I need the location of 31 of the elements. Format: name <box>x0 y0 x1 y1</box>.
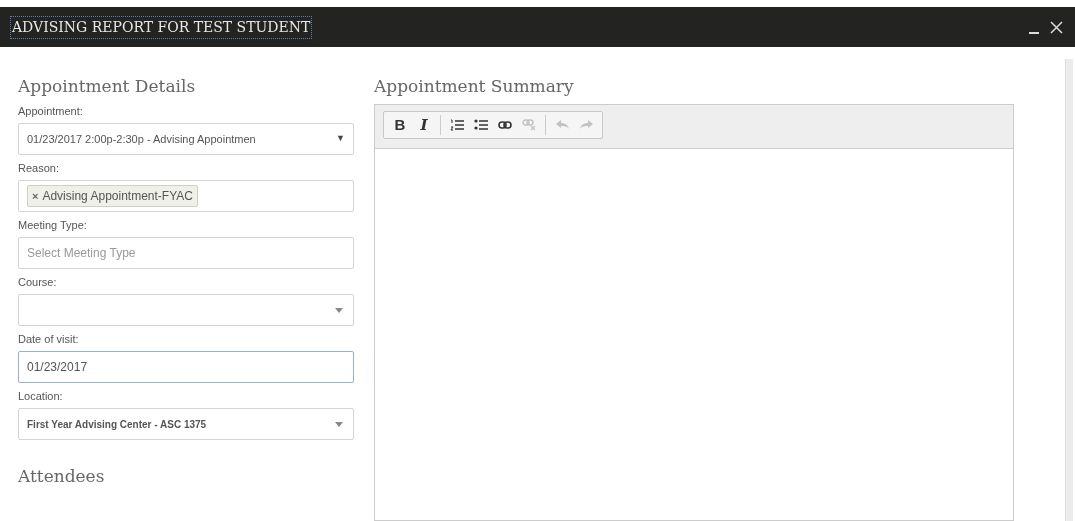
input-field[interactable]: 01/23/2017 <box>18 351 354 383</box>
ordered-list-icon <box>450 119 464 131</box>
select-field[interactable]: 01/23/2017 2:00p-2:30p - Advising Appointmen ▼ <box>18 123 354 155</box>
bullet-list-icon <box>474 119 488 131</box>
bold-button[interactable]: B <box>388 113 412 137</box>
field-label: Meeting Type: <box>18 218 88 232</box>
tag: × Advising Appointment-FYAC <box>27 185 198 207</box>
rich-text-editor[interactable]: B I <box>374 104 1014 521</box>
section-heading: Appointment Details <box>18 75 197 98</box>
minimize-icon <box>1029 32 1039 34</box>
select-field[interactable]: First Year Advising Center - ASC 1375 <box>18 408 354 440</box>
caret-icon <box>335 307 343 313</box>
italic-button[interactable]: I <box>412 113 436 137</box>
tag-field[interactable]: × Advising Appointment-FYAC <box>18 180 354 212</box>
undo-icon <box>555 120 569 130</box>
field-label: Location: <box>18 389 64 403</box>
section-heading: Appointment Summary <box>374 75 575 98</box>
redo-icon <box>579 120 593 130</box>
scrollbar[interactable] <box>1065 59 1073 521</box>
unlink-icon <box>522 119 536 131</box>
select-field[interactable] <box>18 294 354 326</box>
field-label: Date of visit: <box>18 332 80 346</box>
remove-tag-button[interactable]: × <box>32 187 39 205</box>
section-heading: Attendees <box>18 465 106 488</box>
caret-icon <box>335 421 343 427</box>
field-label: Course: <box>18 275 58 289</box>
link-icon <box>498 120 512 130</box>
window-title: ADVISING REPORT FOR TEST STUDENT <box>10 15 313 39</box>
field-label: Reason: <box>18 161 60 175</box>
caret-icon: ▼ <box>336 132 345 146</box>
field-label: Appointment: <box>18 104 84 118</box>
